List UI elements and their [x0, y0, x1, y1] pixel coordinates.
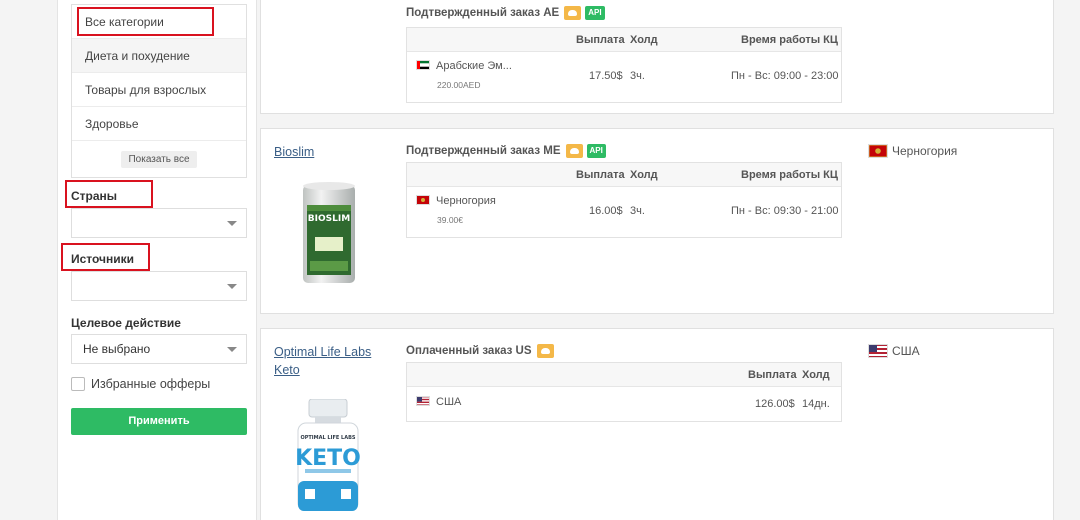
col-hours: Время работы КЦ [741, 169, 838, 181]
table-row: Черногория 39.00€ 16.00$ 3ч. Пн - Вс: 09… [407, 187, 841, 237]
target-action-select[interactable]: Не выбрано [71, 334, 247, 364]
cloud-icon [565, 144, 583, 158]
row-country-name: США [436, 396, 462, 408]
offer-card: Bioslim BIOSLIM Подтвержденный заказ ME … [260, 128, 1054, 314]
row-price: 220.00AED [437, 80, 481, 90]
sources-select[interactable] [71, 271, 247, 301]
col-hours: Время работы КЦ [741, 34, 838, 46]
payout-table: Выплата Холд США 126.00$ 14дн. [406, 362, 842, 422]
target-action-label: Целевое действие [71, 316, 181, 330]
table-header: Выплата Холд Время работы КЦ [407, 28, 841, 52]
table-row: Арабские Эм... 220.00AED 17.50$ 3ч. Пн -… [407, 52, 841, 102]
goal-title-text: Подтвержденный заказ AE [406, 7, 560, 19]
keto-label: KETO [295, 446, 361, 471]
goal-title: Подтвержденный заказ AE API [406, 6, 605, 20]
offer-name-link[interactable]: Bioslim [274, 143, 384, 161]
row-country: Черногория [416, 195, 496, 207]
geo-name: Черногория [892, 144, 958, 158]
col-payout: Выплата [576, 34, 625, 46]
offer-geo: Черногория [868, 144, 957, 158]
offer-name-link[interactable]: Optimal Life Labs Keto [274, 343, 384, 379]
row-payout: 16.00$ [589, 205, 623, 217]
bioslim-label: BIOSLIM [308, 214, 350, 224]
col-hold: Холд [802, 369, 830, 381]
col-hold: Холд [630, 169, 658, 181]
offer-card: Подтвержденный заказ AE API Выплата Холд… [260, 0, 1054, 114]
goal-title-text: Оплаченный заказ US [406, 345, 532, 357]
apply-button[interactable]: Применить [71, 408, 247, 435]
chevron-down-icon [227, 284, 237, 289]
row-country: США [416, 396, 461, 408]
payout-table: Выплата Холд Время работы КЦ Арабские Эм… [406, 27, 842, 103]
category-diet[interactable]: Диета и похудение [72, 39, 246, 73]
col-hold: Холд [630, 34, 658, 46]
table-row: США 126.00$ 14дн. [407, 387, 841, 421]
montenegro-flag-icon [416, 195, 430, 205]
api-badge: API [585, 6, 605, 20]
category-health[interactable]: Здоровье [72, 107, 246, 141]
target-action-select-value: Не выбрано [83, 342, 151, 356]
row-hours: Пн - Вс: 09:30 - 21:00 [731, 205, 839, 217]
cloud-icon [564, 6, 582, 20]
row-hold: 3ч. [630, 205, 645, 217]
chevron-down-icon [227, 347, 237, 352]
favorites-filter[interactable]: Избранные офферы [71, 377, 210, 391]
highlight-countries [65, 180, 153, 208]
row-hold: 3ч. [630, 70, 645, 82]
highlight-sources [61, 243, 150, 271]
highlight-all-categories [77, 7, 214, 36]
show-all-row: Показать все [72, 141, 246, 177]
row-hold: 14дн. [802, 398, 830, 410]
row-price: 39.00€ [437, 215, 463, 225]
row-country-name: Арабские Эм... [436, 60, 512, 72]
keto-product-image[interactable]: OPTIMAL LIFE LABS KETO [295, 398, 361, 514]
goal-title-text: Подтвержденный заказ ME [406, 145, 561, 157]
offer-geo: США [868, 344, 920, 358]
row-hours: Пн - Вс: 09:00 - 23:00 [731, 70, 839, 82]
row-payout: 17.50$ [589, 70, 623, 82]
goal-title: Оплаченный заказ US [406, 344, 554, 358]
montenegro-flag-icon [868, 144, 888, 158]
show-all-button[interactable]: Показать все [121, 150, 197, 168]
col-payout: Выплата [748, 369, 797, 381]
payout-table: Выплата Холд Время работы КЦ Черногория … [406, 162, 842, 238]
row-country-name: Черногория [436, 195, 496, 207]
bioslim-product-image[interactable]: BIOSLIM [301, 181, 357, 288]
category-adult[interactable]: Товары для взрослых [72, 73, 246, 107]
goal-title: Подтвержденный заказ ME API [406, 144, 606, 158]
table-header: Выплата Холд [407, 363, 841, 387]
favorites-label: Избранные офферы [91, 377, 211, 391]
favorites-checkbox[interactable] [71, 377, 85, 391]
table-header: Выплата Холд Время работы КЦ [407, 163, 841, 187]
col-payout: Выплата [576, 169, 625, 181]
row-payout: 126.00$ [755, 398, 795, 410]
geo-name: США [892, 344, 920, 358]
api-badge: API [586, 144, 606, 158]
chevron-down-icon [227, 221, 237, 226]
usa-flag-icon [868, 344, 888, 358]
offer-card: Optimal Life Labs Keto OPTIMAL LIFE LABS… [260, 328, 1054, 520]
usa-flag-icon [416, 396, 430, 406]
uae-flag-icon [416, 60, 430, 70]
cloud-icon [536, 344, 554, 358]
keto-brand-label: OPTIMAL LIFE LABS [300, 435, 355, 441]
countries-select[interactable] [71, 208, 247, 238]
row-country: Арабские Эм... [416, 60, 512, 72]
